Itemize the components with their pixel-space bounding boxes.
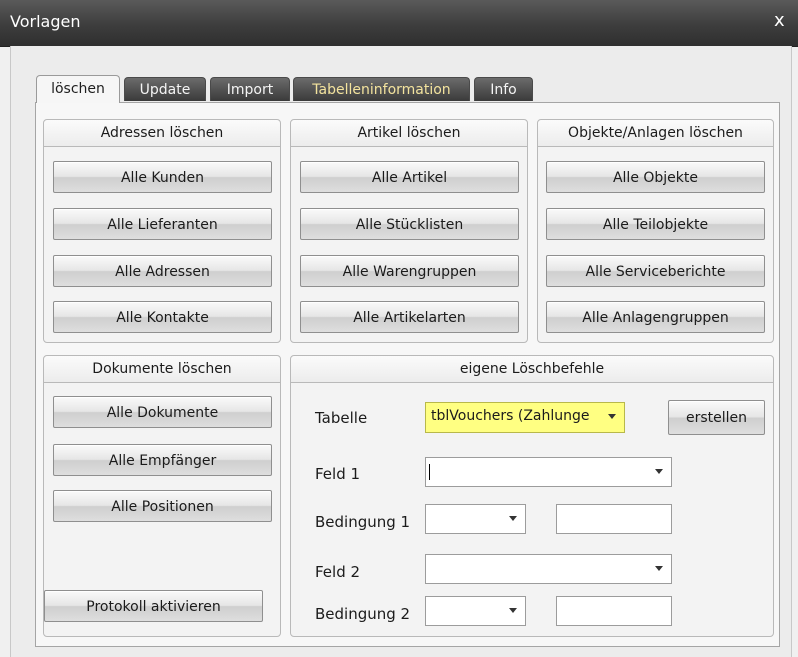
- tab-update[interactable]: Update: [124, 77, 206, 101]
- protokoll-aktivieren-button[interactable]: Protokoll aktivieren: [44, 590, 263, 622]
- group-artikel: Artikel löschen Alle Artikel Alle Stückl…: [290, 119, 528, 343]
- dialog-body: löschen Update Import Tabelleninformatio…: [10, 46, 792, 657]
- alle-warengruppen-button[interactable]: Alle Warengruppen: [300, 255, 519, 287]
- alle-kunden-button[interactable]: Alle Kunden: [53, 161, 272, 193]
- tabelle-select[interactable]: tblVouchers (Zahlunge: [425, 402, 625, 433]
- alle-adressen-button[interactable]: Alle Adressen: [53, 255, 272, 287]
- tab-loeschen[interactable]: löschen: [36, 75, 120, 103]
- feld1-label: Feld 1: [315, 465, 361, 483]
- chevron-down-icon: [655, 469, 663, 474]
- group-dokumente-title: Dokumente löschen: [44, 356, 280, 383]
- tab-import[interactable]: Import: [210, 77, 290, 101]
- feld1-select[interactable]: [425, 457, 672, 487]
- alle-artikel-button[interactable]: Alle Artikel: [300, 161, 519, 193]
- feld2-label: Feld 2: [315, 563, 361, 581]
- close-icon[interactable]: x: [774, 10, 785, 31]
- bedingung2-label: Bedingung 2: [315, 605, 411, 623]
- alle-serviceberichte-button[interactable]: Alle Serviceberichte: [546, 255, 765, 287]
- tab-info[interactable]: Info: [474, 77, 533, 101]
- chevron-down-icon: [509, 608, 517, 613]
- group-eigene-loeschbefehle: eigene Löschbefehle Tabelle tblVouchers …: [290, 355, 774, 637]
- chevron-down-icon: [608, 414, 616, 419]
- group-dokumente: Dokumente löschen Alle Dokumente Alle Em…: [43, 355, 281, 637]
- alle-artikelarten-button[interactable]: Alle Artikelarten: [300, 301, 519, 333]
- wert1-input[interactable]: [556, 504, 672, 534]
- tabelle-select-value: tblVouchers (Zahlunge: [431, 408, 590, 424]
- bedingung1-label: Bedingung 1: [315, 513, 411, 531]
- group-adressen-title: Adressen löschen: [44, 120, 280, 147]
- title-bar: Vorlagen x: [0, 0, 798, 47]
- group-artikel-title: Artikel löschen: [291, 120, 527, 147]
- window-title: Vorlagen: [10, 12, 81, 31]
- chevron-down-icon: [655, 566, 663, 571]
- alle-teilobjekte-button[interactable]: Alle Teilobjekte: [546, 208, 765, 240]
- alle-anlagengruppen-button[interactable]: Alle Anlagengruppen: [546, 301, 765, 333]
- bedingung1-select[interactable]: [425, 504, 526, 534]
- group-adressen: Adressen löschen Alle Kunden Alle Liefer…: [43, 119, 281, 343]
- tab-page-loeschen: Adressen löschen Alle Kunden Alle Liefer…: [35, 102, 780, 647]
- tabelle-label: Tabelle: [315, 409, 368, 427]
- group-objekte: Objekte/Anlagen löschen Alle Objekte All…: [537, 119, 774, 343]
- alle-empfaenger-button[interactable]: Alle Empfänger: [53, 444, 272, 476]
- chevron-down-icon: [509, 516, 517, 521]
- feld2-select[interactable]: [425, 554, 672, 584]
- group-objekte-title: Objekte/Anlagen löschen: [538, 120, 773, 147]
- alle-stuecklisten-button[interactable]: Alle Stücklisten: [300, 208, 519, 240]
- bedingung2-select[interactable]: [425, 596, 526, 626]
- group-eigene-title: eigene Löschbefehle: [291, 356, 773, 383]
- alle-kontakte-button[interactable]: Alle Kontakte: [53, 301, 272, 333]
- erstellen-button[interactable]: erstellen: [668, 400, 765, 435]
- alle-objekte-button[interactable]: Alle Objekte: [546, 161, 765, 193]
- alle-positionen-button[interactable]: Alle Positionen: [53, 490, 272, 522]
- text-cursor: [429, 464, 430, 480]
- alle-dokumente-button[interactable]: Alle Dokumente: [53, 396, 272, 428]
- wert2-input[interactable]: [556, 596, 672, 626]
- alle-lieferanten-button[interactable]: Alle Lieferanten: [53, 208, 272, 240]
- tab-tabelleninformation[interactable]: Tabelleninformation: [293, 77, 470, 101]
